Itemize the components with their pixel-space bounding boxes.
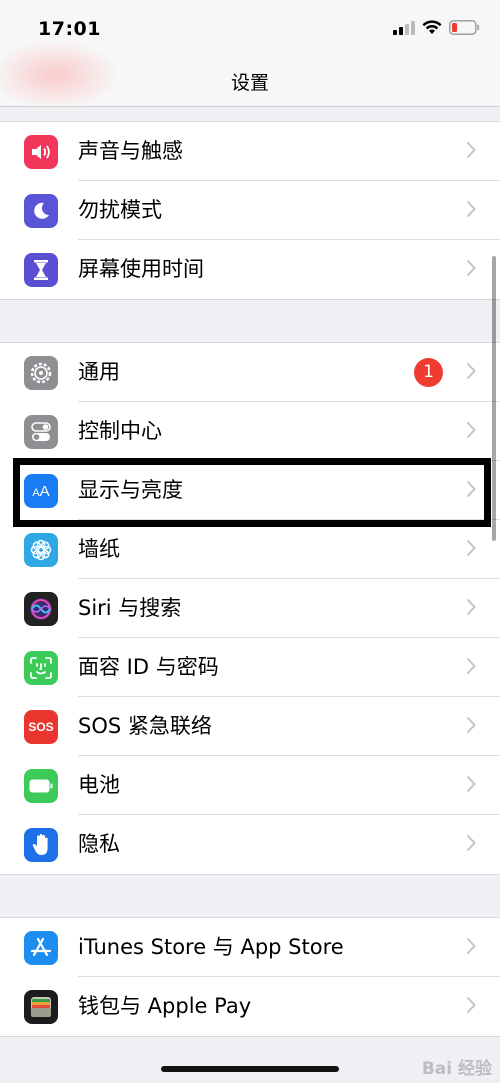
chevron-right-icon: [466, 200, 476, 222]
chevron-right-icon: [466, 937, 476, 959]
settings-row-label: 面容 ID 与密码: [78, 655, 219, 679]
settings-group-2: 通用 1 控制中心 AAAA 显示与亮度 墙纸 Siri 与搜索: [0, 342, 500, 875]
toggles-icon: [24, 415, 58, 449]
notification-badge: 1: [414, 358, 443, 387]
wallet-icon: [24, 990, 58, 1024]
signal-icon: [393, 20, 415, 39]
settings-row-label: Siri 与搜索: [78, 596, 182, 620]
settings-row-privacy[interactable]: 隐私: [0, 815, 500, 874]
chevron-right-icon: [466, 716, 476, 738]
settings-row-control-center[interactable]: 控制中心: [0, 402, 500, 461]
chevron-right-icon: [466, 141, 476, 163]
settings-row-label: 电池: [78, 773, 120, 797]
sos-icon: SOS: [24, 710, 58, 744]
face-id-icon: [24, 651, 58, 685]
wifi-icon: [422, 20, 442, 39]
siri-icon: [24, 592, 58, 626]
settings-row-battery[interactable]: 电池: [0, 756, 500, 815]
chevron-right-icon: [466, 996, 476, 1018]
chevron-right-icon: [466, 834, 476, 856]
moon-icon: [24, 194, 58, 228]
chevron-right-icon: [466, 362, 476, 384]
settings-row-wallpaper[interactable]: 墙纸: [0, 520, 500, 579]
settings-row-label: 钱包与 Apple Pay: [78, 994, 252, 1018]
hourglass-icon: [24, 253, 58, 287]
hand-icon: [24, 828, 58, 862]
settings-row-label: iTunes Store 与 App Store: [78, 935, 344, 959]
chevron-right-icon: [466, 421, 476, 443]
chevron-right-icon: [466, 775, 476, 797]
battery-status-icon: [449, 20, 480, 39]
speaker-icon: [24, 135, 58, 169]
settings-row-label: SOS 紧急联络: [78, 714, 212, 738]
settings-row-label: 声音与触感: [78, 139, 183, 163]
settings-row-label: 通用: [78, 360, 120, 384]
settings-row-label: 勿扰模式: [78, 198, 162, 222]
flower-icon: [24, 533, 58, 567]
app-store-icon: [24, 931, 58, 965]
status-time: 17:01: [38, 18, 101, 40]
settings-row-general[interactable]: 通用 1: [0, 343, 500, 402]
chevron-right-icon: [466, 259, 476, 281]
chevron-right-icon: [466, 598, 476, 620]
settings-group-3: iTunes Store 与 App Store 钱包与 Apple Pay: [0, 917, 500, 1037]
gear-icon: [24, 356, 58, 390]
home-indicator[interactable]: [161, 1066, 339, 1072]
chevron-right-icon: [466, 657, 476, 679]
settings-row-sounds[interactable]: 声音与触感: [0, 122, 500, 181]
highlight-box: [13, 458, 491, 527]
settings-row-do-not-disturb[interactable]: 勿扰模式: [0, 181, 500, 240]
settings-row-siri-search[interactable]: Siri 与搜索: [0, 579, 500, 638]
settings-row-app-store[interactable]: iTunes Store 与 App Store: [0, 918, 500, 977]
settings-row-wallet[interactable]: 钱包与 Apple Pay: [0, 977, 500, 1036]
battery-icon: [24, 769, 58, 803]
scroll-indicator[interactable]: [492, 256, 496, 541]
settings-row-label: 隐私: [78, 832, 120, 856]
settings-row-label: 墙纸: [78, 537, 120, 561]
settings-row-label: 控制中心: [78, 419, 162, 443]
settings-row-screen-time[interactable]: 屏幕使用时间: [0, 240, 500, 299]
settings-row-emergency-sos[interactable]: SOS SOS 紧急联络: [0, 697, 500, 756]
chevron-right-icon: [466, 539, 476, 561]
watermark: Bai 经验: [421, 1059, 492, 1079]
settings-row-label: 屏幕使用时间: [78, 257, 204, 281]
status-icons: [393, 20, 480, 39]
settings-row-face-id[interactable]: 面容 ID 与密码: [0, 638, 500, 697]
settings-group-1: 声音与触感 勿扰模式 屏幕使用时间: [0, 121, 500, 300]
